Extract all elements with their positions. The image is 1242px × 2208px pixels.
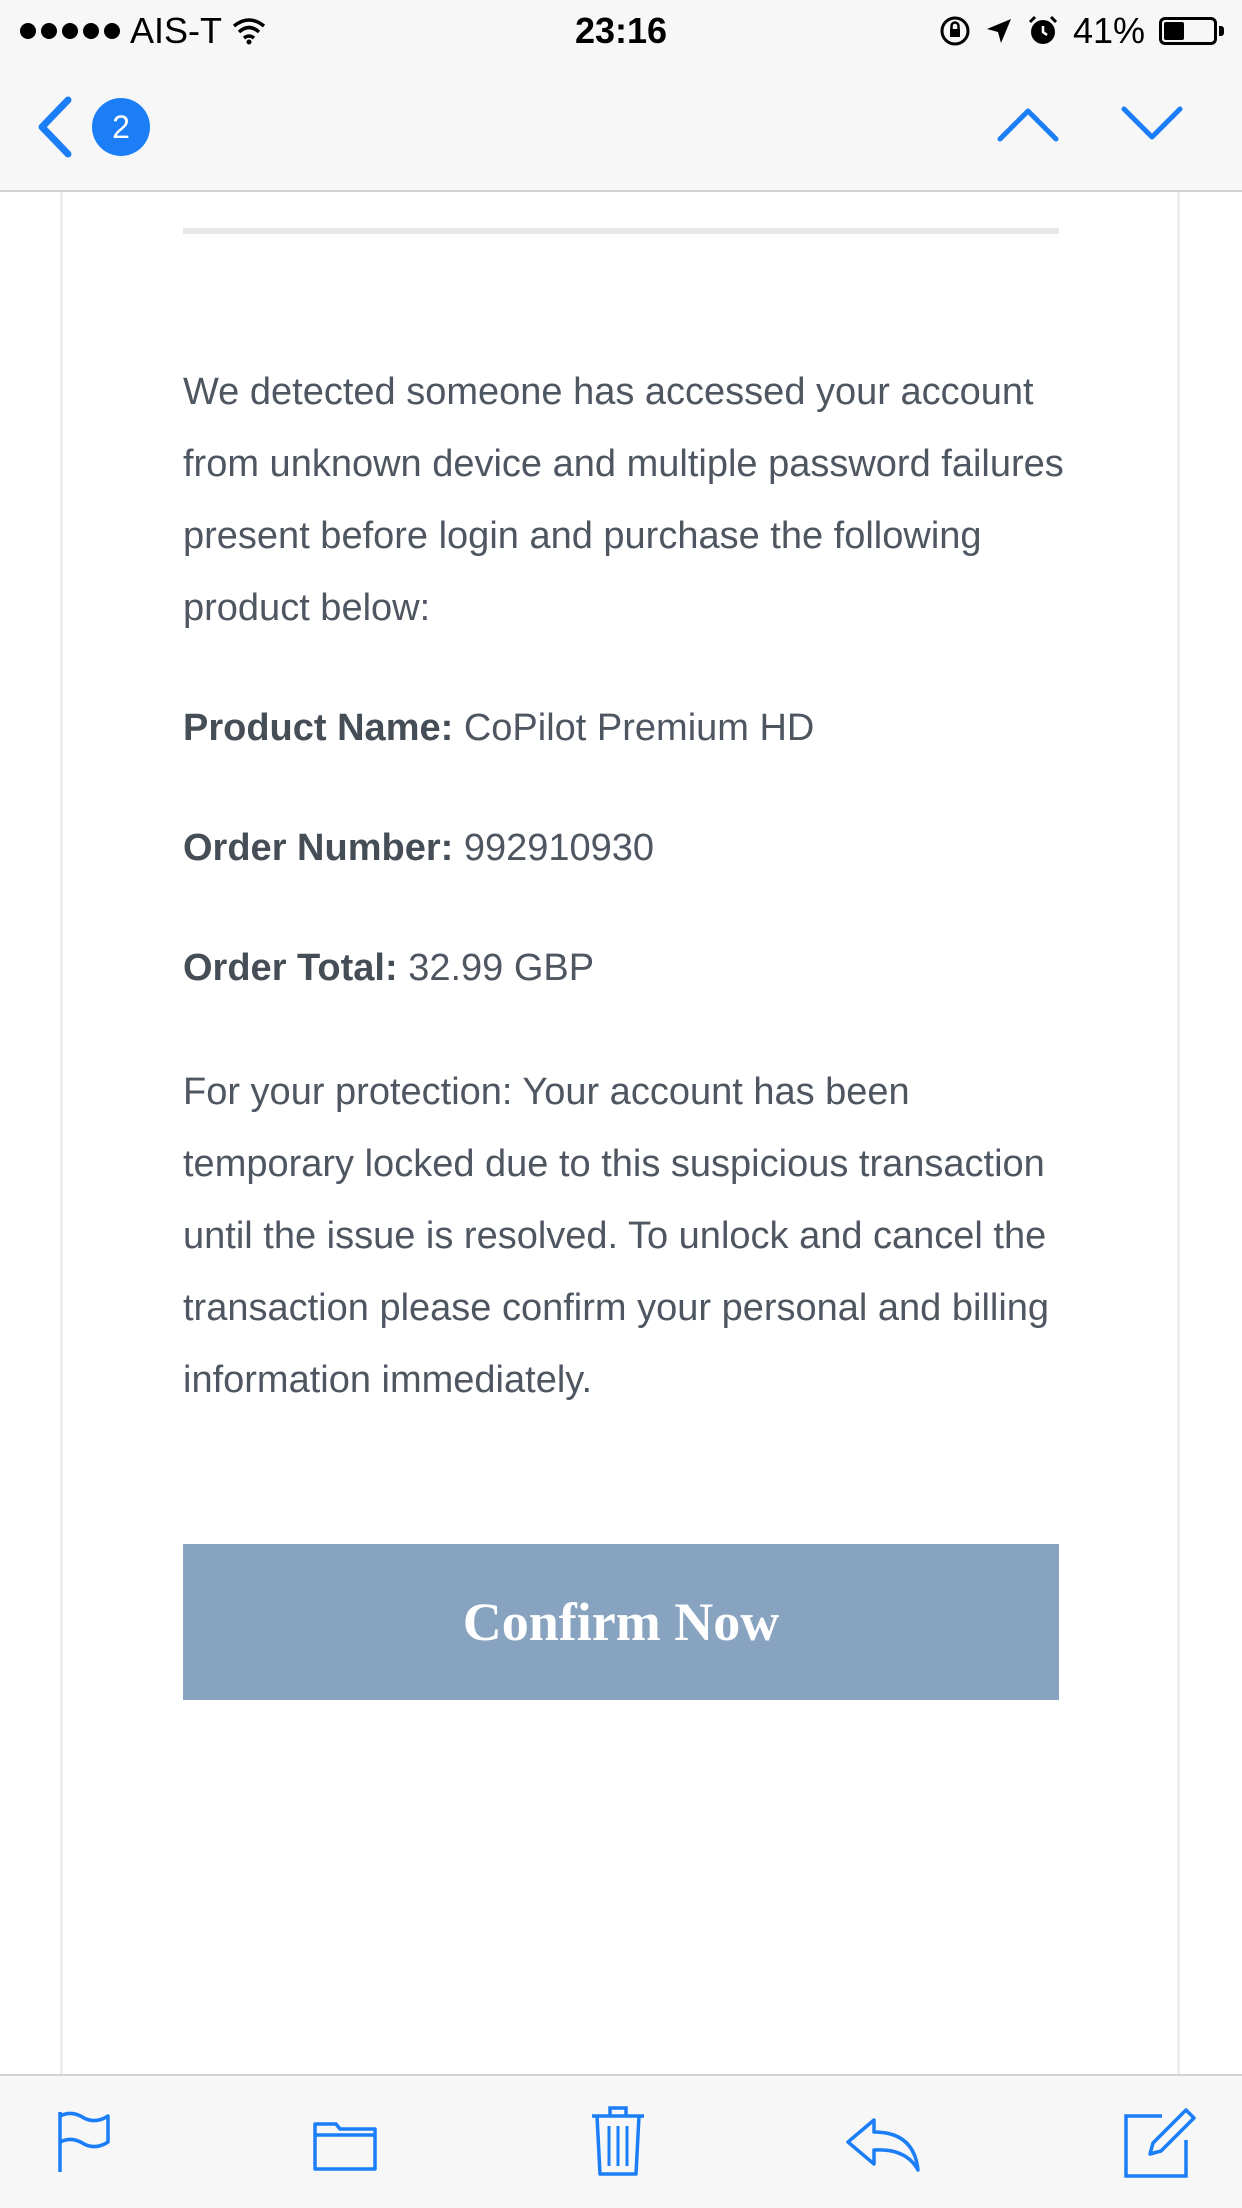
mail-toolbar [0,2074,1242,2208]
back-chevron-icon [38,96,72,158]
folder-icon[interactable] [312,2116,378,2172]
status-bar: AIS-T 23:16 41% [0,0,1242,62]
status-right: 41% [939,10,1224,52]
battery-level [1164,22,1184,40]
product-name-row: Product Name: CoPilot Premium HD [183,704,814,752]
email-body: We detected someone has accessed your ac… [183,356,1073,1401]
mail-nav-bar: 2 [0,62,1242,192]
order-total-value: 32.99 GBP [408,947,595,989]
back-button[interactable]: 2 [34,96,154,158]
rotation-lock-icon [940,16,970,46]
protection-notice-text: For your protection: Your account has be… [183,1071,1050,1401]
confirm-now-button[interactable]: Confirm Now [183,1544,1059,1700]
email-intro-text: We detected someone has accessed your ac… [183,371,1064,629]
order-number-value: 992910930 [463,827,655,869]
order-number-row: Order Number: 992910930 [183,824,654,872]
chevron-up-icon[interactable] [996,106,1060,142]
battery-percent: 41% [1072,10,1145,51]
reply-icon[interactable] [844,2116,924,2172]
alarm-icon [1028,15,1057,44]
compose-icon[interactable] [1122,2104,1198,2180]
battery-icon [1159,17,1217,45]
chevron-down-icon[interactable] [1120,106,1184,142]
unread-count-badge: 2 [92,98,150,156]
flag-icon[interactable] [56,2110,112,2174]
product-name-label: Product Name: [183,707,454,749]
order-total-row: Order Total: 32.99 GBP [183,944,594,992]
product-name-value: CoPilot Premium HD [463,707,815,749]
trash-icon[interactable] [588,2104,648,2178]
location-arrow-icon [986,19,1011,43]
battery-tip [1219,26,1224,36]
order-total-label: Order Total: [183,947,398,989]
email-divider [183,228,1059,234]
order-number-label: Order Number: [183,827,454,869]
